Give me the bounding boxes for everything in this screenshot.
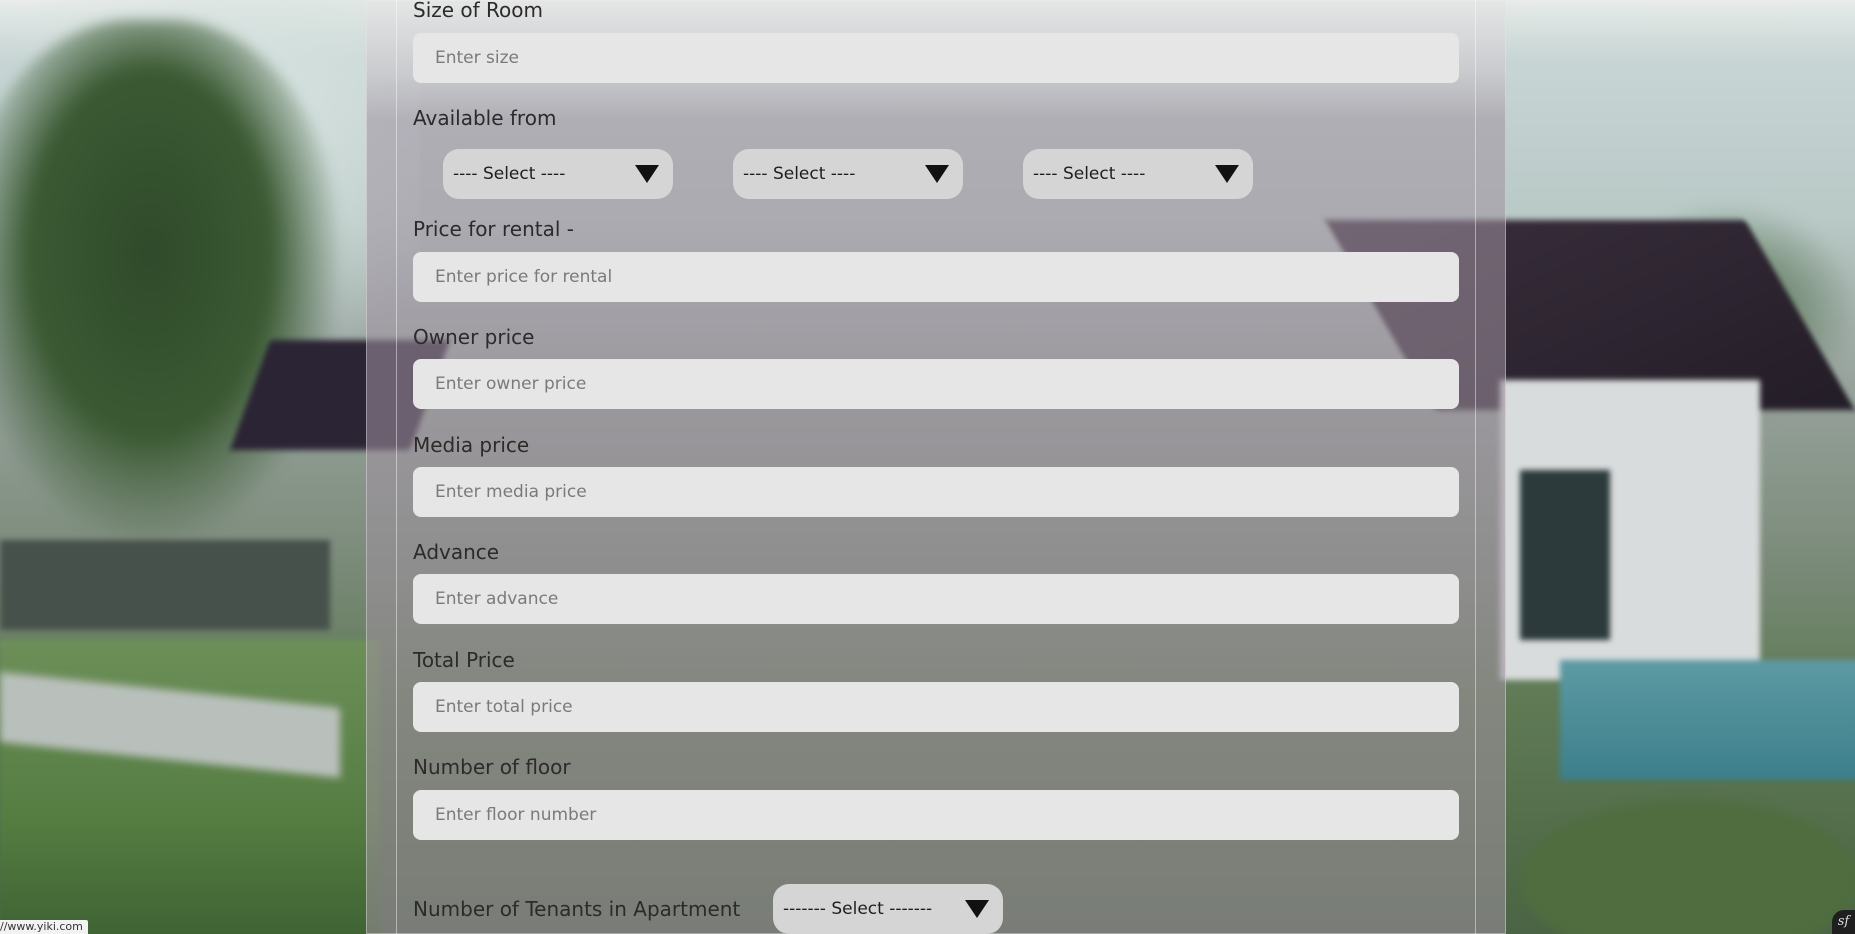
background-window-right (1520, 470, 1610, 640)
media-price-input[interactable] (413, 467, 1459, 517)
advance-label: Advance (413, 540, 500, 564)
available-from-day-value: ---- Select ---- (453, 164, 566, 184)
owner-price-label: Owner price (413, 325, 535, 349)
caret-down-icon (635, 165, 659, 183)
size-of-room-label: Size of Room (413, 0, 543, 22)
advance-input[interactable] (413, 574, 1459, 624)
price-for-rental-input[interactable] (413, 252, 1459, 302)
number-of-floor-label: Number of floor (413, 755, 571, 779)
number-of-tenants-select[interactable]: ------- Select ------- (773, 884, 1003, 934)
owner-price-input[interactable] (413, 359, 1459, 409)
available-from-year-select[interactable]: ---- Select ---- (1023, 149, 1253, 199)
available-from-month-select[interactable]: ---- Select ---- (733, 149, 963, 199)
number-of-tenants-label: Number of Tenants in Apartment (413, 897, 741, 921)
available-from-year-value: ---- Select ---- (1033, 164, 1146, 184)
media-price-label: Media price (413, 433, 530, 457)
total-price-label: Total Price (413, 648, 515, 672)
number-of-floor-input[interactable] (413, 790, 1459, 840)
property-form: Size of Room Available from ---- Select … (413, 0, 1459, 934)
size-of-room-input[interactable] (413, 33, 1459, 83)
background-tree-left (0, 20, 340, 540)
price-for-rental-label: Price for rental - (413, 217, 574, 241)
available-from-label: Available from (413, 106, 557, 130)
caret-down-icon (965, 900, 989, 918)
total-price-input[interactable] (413, 682, 1459, 732)
available-from-month-value: ---- Select ---- (743, 164, 856, 184)
status-bar-url: //www.yiki.com (0, 920, 88, 934)
caret-down-icon (1215, 165, 1239, 183)
background-fence (0, 540, 330, 630)
background-pool (1560, 660, 1855, 780)
background-bush-right (1520, 800, 1855, 934)
corner-badge[interactable]: sf (1832, 910, 1855, 934)
available-from-day-select[interactable]: ---- Select ---- (443, 149, 673, 199)
number-of-tenants-value: ------- Select ------- (783, 899, 933, 919)
caret-down-icon (925, 165, 949, 183)
